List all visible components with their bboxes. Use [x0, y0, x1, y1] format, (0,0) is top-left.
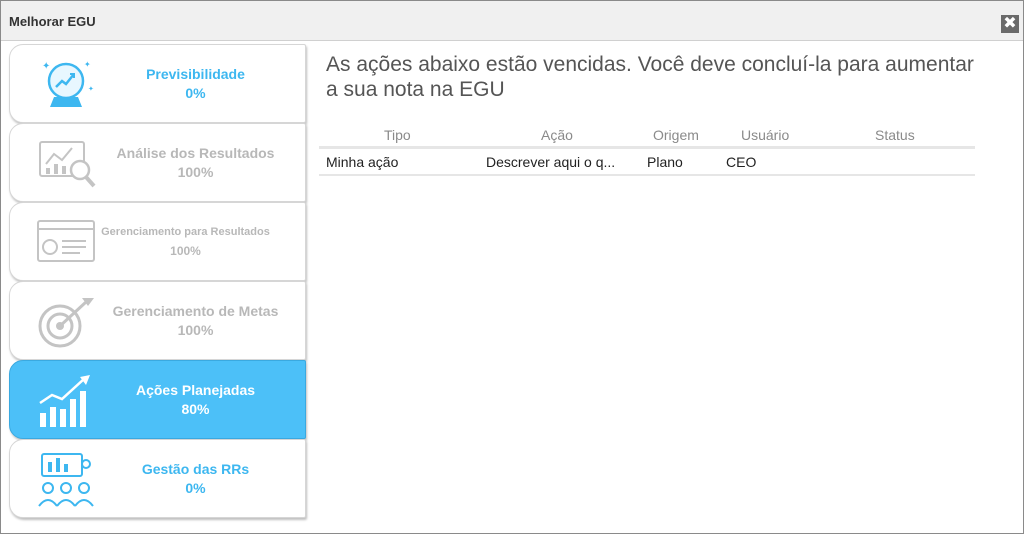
table-row[interactable]: Minha ação Descrever aqui o q... Plano C… [319, 149, 975, 176]
sidebar-item-label: Previsibilidade [146, 65, 245, 82]
column-header-tipo[interactable]: Tipo [384, 127, 411, 143]
sidebar-item-label: Análise dos Resultados [116, 144, 275, 161]
sidebar-item-gestao-rrs[interactable]: Gestão das RRs 0% [9, 439, 306, 518]
sidebar-item-label: Ações Planejadas [135, 381, 256, 398]
cell-origem: Plano [647, 154, 683, 170]
sidebar-item-text: Gerenciamento para Resultados 100% [70, 203, 301, 280]
sidebar-item-metas[interactable]: Gerenciamento de Metas 100% [9, 281, 306, 360]
sidebar-item-value: 100% [177, 321, 214, 338]
sidebar-item-text: Previsibilidade 0% [90, 45, 301, 122]
cell-usuario: CEO [726, 154, 757, 170]
column-header-status[interactable]: Status [875, 127, 915, 143]
sidebar-item-gerenciamento-resultados[interactable]: Gerenciamento para Resultados 100% [9, 202, 306, 281]
page-title: As ações abaixo estão vencidas. Você dev… [326, 53, 974, 101]
sidebar-item-text: Gestão das RRs 0% [90, 440, 301, 517]
sidebar-item-value: 100% [170, 243, 201, 258]
dialog-window: Melhorar EGU ✖ ✦ ✦ ✦ Previsibilidade 0% [0, 0, 1024, 534]
sidebar-item-acoes-planejadas[interactable]: Ações Planejadas 80% [9, 360, 306, 439]
sidebar: ✦ ✦ ✦ Previsibilidade 0% Análise dos Res… [7, 42, 306, 520]
sidebar-item-label: Gestão das RRs [141, 460, 250, 477]
sidebar-item-label: Gerenciamento para Resultados [101, 225, 270, 238]
svg-text:✦: ✦ [42, 61, 50, 72]
close-button[interactable]: ✖ [1001, 15, 1019, 33]
sidebar-item-text: Gerenciamento de Metas 100% [90, 282, 301, 359]
actions-table: Tipo Ação Origem Usuário Status Minha aç… [319, 123, 975, 176]
sidebar-item-analise[interactable]: Análise dos Resultados 100% [9, 123, 306, 202]
main-panel: As ações abaixo estão vencidas. Você dev… [319, 42, 1019, 522]
column-header-origem[interactable]: Origem [653, 127, 699, 143]
window-title: Melhorar EGU [9, 14, 96, 29]
sidebar-item-value: 80% [181, 400, 210, 417]
table-header: Tipo Ação Origem Usuário Status [319, 123, 975, 149]
sidebar-item-text: Análise dos Resultados 100% [90, 124, 301, 201]
sidebar-item-text: Ações Planejadas 80% [90, 361, 301, 438]
sidebar-item-label: Gerenciamento de Metas [112, 302, 279, 319]
sidebar-item-previsibilidade[interactable]: ✦ ✦ ✦ Previsibilidade 0% [9, 44, 306, 123]
close-icon: ✖ [1003, 15, 1017, 32]
column-header-usuario[interactable]: Usuário [741, 127, 789, 143]
sidebar-item-value: 0% [185, 479, 206, 496]
sidebar-item-value: 100% [177, 163, 214, 180]
title-bar: Melhorar EGU ✖ [1, 1, 1023, 41]
cell-acao: Descrever aqui o q... [486, 154, 616, 170]
sidebar-item-value: 0% [185, 84, 206, 101]
column-header-acao[interactable]: Ação [541, 127, 573, 143]
cell-tipo: Minha ação [326, 154, 399, 170]
